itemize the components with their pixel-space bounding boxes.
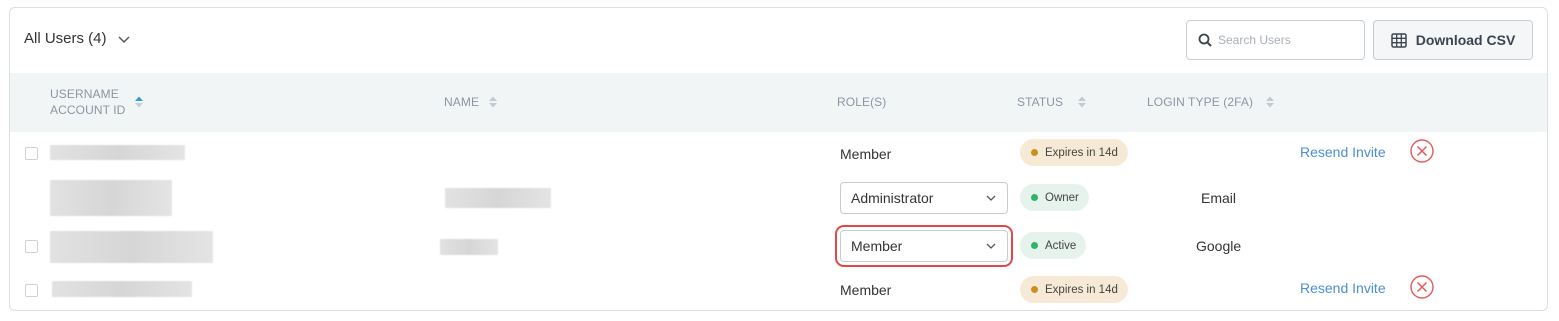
- column-header-name[interactable]: NAME: [444, 95, 498, 109]
- redacted-username: [50, 145, 185, 160]
- column-account-id-label: ACCOUNT ID: [50, 103, 126, 117]
- column-header-roles: ROLE(S): [837, 95, 886, 109]
- column-header-status[interactable]: STATUS: [1017, 95, 1087, 109]
- role-select-value: Administrator: [851, 190, 934, 206]
- column-name-label: NAME: [444, 95, 480, 109]
- user-filter-dropdown[interactable]: All Users (4): [24, 30, 131, 47]
- users-panel: All Users (4) Download CSV USERNAME ACCO…: [9, 7, 1548, 311]
- table-header: USERNAME ACCOUNT ID NAME ROLE(S) STATUS: [10, 73, 1547, 132]
- search-input[interactable]: [1218, 33, 1358, 47]
- role-text: Member: [840, 282, 892, 298]
- sort-icon: [1078, 96, 1087, 108]
- role-select[interactable]: Member: [840, 230, 1008, 262]
- role-select-value: Member: [851, 238, 903, 254]
- sort-ascending-icon: [135, 96, 144, 108]
- redacted-username: [50, 180, 172, 216]
- search-icon: [1198, 33, 1212, 47]
- redacted-username: [52, 281, 192, 297]
- status-badge: Active: [1020, 232, 1087, 259]
- chevron-down-icon: [986, 195, 996, 201]
- sort-icon: [1266, 96, 1275, 108]
- table-row: Member Expires in 14d Resend Invite: [10, 270, 1547, 310]
- status-label: Owner: [1045, 191, 1079, 204]
- role-select[interactable]: Administrator: [840, 182, 1008, 214]
- column-header-login-type[interactable]: LOGIN TYPE (2FA): [1147, 95, 1275, 109]
- status-badge: Expires in 14d: [1020, 139, 1128, 166]
- column-status-label: STATUS: [1017, 95, 1064, 109]
- table-row: Member Expires in 14d Resend Invite: [10, 132, 1547, 176]
- download-csv-label: Download CSV: [1415, 32, 1516, 48]
- status-dot: [1031, 242, 1038, 249]
- resend-invite-link[interactable]: Resend Invite: [1300, 144, 1386, 160]
- role-text: Member: [840, 146, 892, 162]
- status-dot: [1031, 149, 1038, 156]
- table-grid-icon: [1390, 32, 1407, 48]
- column-header-username[interactable]: USERNAME ACCOUNT ID: [50, 86, 144, 118]
- remove-user-icon[interactable]: [1409, 138, 1435, 164]
- sort-icon: [489, 96, 498, 108]
- status-dot: [1031, 286, 1038, 293]
- status-label: Active: [1045, 239, 1077, 252]
- login-type: Email: [1201, 190, 1237, 206]
- download-csv-button[interactable]: Download CSV: [1373, 20, 1533, 60]
- filter-label: All Users (4): [24, 30, 107, 47]
- status-badge: Expires in 14d: [1020, 276, 1128, 303]
- resend-invite-link[interactable]: Resend Invite: [1300, 280, 1386, 296]
- row-checkbox[interactable]: [25, 240, 38, 253]
- chevron-down-icon: [986, 243, 996, 249]
- column-roles-label: ROLE(S): [837, 95, 887, 109]
- redacted-name: [445, 188, 551, 208]
- chevron-down-icon: [117, 35, 130, 43]
- search-box[interactable]: [1186, 20, 1365, 60]
- row-checkbox[interactable]: [25, 284, 38, 297]
- status-label: Expires in 14d: [1045, 283, 1118, 296]
- login-type: Google: [1196, 238, 1242, 254]
- row-checkbox[interactable]: [25, 147, 38, 160]
- redacted-name: [440, 239, 498, 255]
- table-row: Member Active Google: [10, 222, 1547, 270]
- column-login-type-label: LOGIN TYPE (2FA): [1147, 95, 1254, 109]
- column-username-label: USERNAME: [50, 87, 119, 101]
- redacted-username: [50, 231, 213, 263]
- status-label: Expires in 14d: [1045, 146, 1118, 159]
- table-row: Administrator Owner Email: [10, 176, 1547, 222]
- status-dot: [1031, 194, 1038, 201]
- status-badge: Owner: [1020, 184, 1089, 211]
- remove-user-icon[interactable]: [1409, 274, 1435, 300]
